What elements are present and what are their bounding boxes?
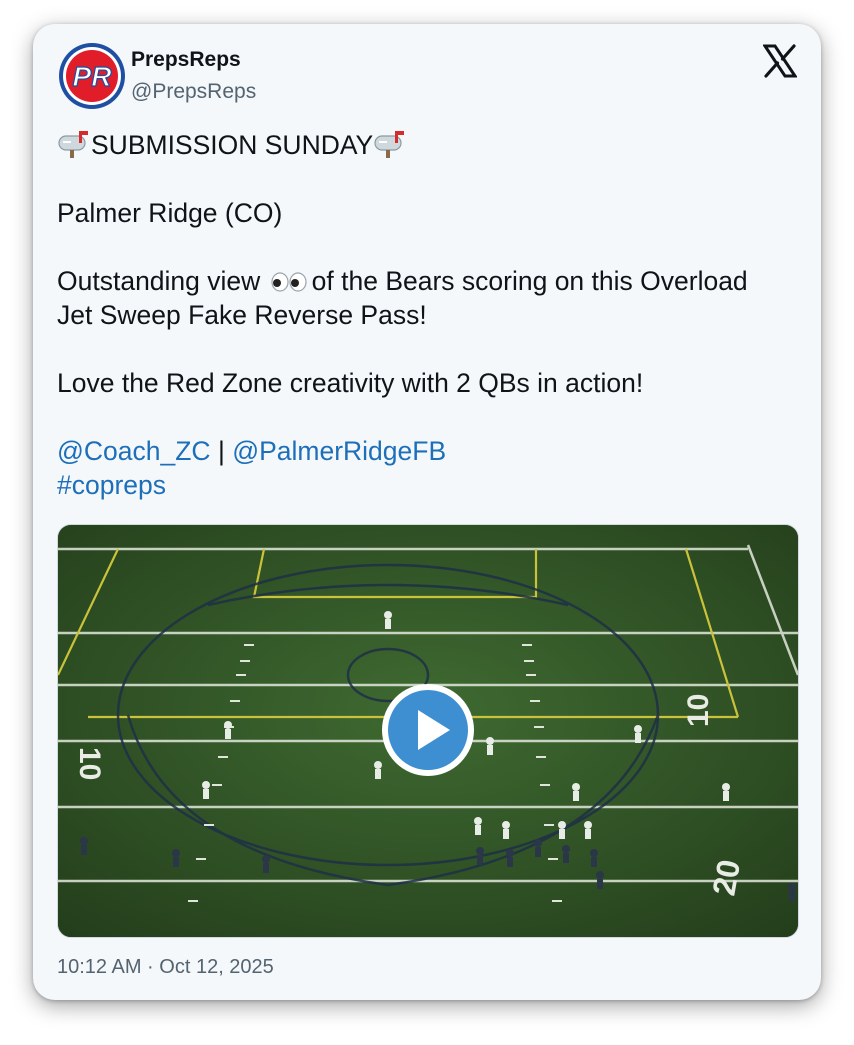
tweet-line-3: Love the Red Zone creativity with 2 QBs …	[57, 368, 644, 398]
mailbox-icon	[57, 130, 91, 158]
yard-marker-bottom: 20	[705, 857, 747, 898]
tweet-mentions-line: @Coach_ZC | @PalmerRidgeFB	[57, 434, 805, 468]
video-media[interactable]: 10 10 20	[57, 524, 799, 938]
play-button[interactable]	[380, 682, 476, 778]
mention-coach-zc[interactable]: @Coach_ZC	[57, 436, 211, 466]
mailbox-icon	[373, 130, 407, 158]
yard-marker-left: 10	[73, 747, 106, 780]
tweet-line-1: Outstanding view of the Bears scoring on…	[57, 264, 805, 298]
tweet-card: PR PrepsReps @PrepsReps SUBMISSION SUNDA…	[33, 24, 821, 1000]
tweet-line-2: Jet Sweep Fake Reverse Pass!	[57, 300, 427, 330]
mention-separator: |	[210, 436, 233, 466]
tweet-text: SUBMISSION SUNDAY Palmer Ridge (CO) Outs…	[57, 128, 805, 502]
avatar-letters: PR	[73, 61, 113, 92]
tweet-line-1-start: Outstanding view	[57, 266, 261, 296]
author-handle[interactable]: @PrepsReps	[131, 80, 256, 104]
yard-marker-right: 10	[682, 694, 715, 727]
mention-palmer-ridge-fb[interactable]: @PalmerRidgeFB	[232, 436, 446, 466]
play-icon	[382, 684, 474, 776]
tweet-line-1-end: of the Bears scoring on this Overload	[311, 266, 748, 296]
avatar[interactable]: PR	[58, 42, 126, 110]
author-display-name[interactable]: PrepsReps	[131, 48, 241, 72]
hashtag-copreps[interactable]: #copreps	[57, 468, 805, 502]
tweet-school: Palmer Ridge (CO)	[57, 198, 283, 228]
tweet-timestamp[interactable]: 10:12 AM · Oct 12, 2025	[57, 956, 274, 979]
tweet-heading: SUBMISSION SUNDAY	[91, 130, 374, 160]
x-logo-icon[interactable]	[762, 44, 798, 78]
eyes-icon	[270, 266, 308, 292]
preps-reps-logo-icon: PR	[59, 43, 125, 109]
tweet-heading-line: SUBMISSION SUNDAY	[57, 128, 805, 162]
